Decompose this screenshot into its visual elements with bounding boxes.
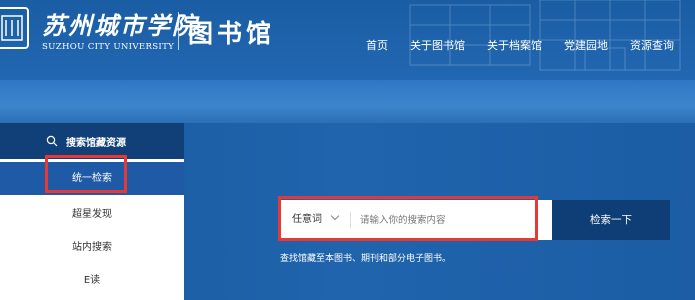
sidebar-item-label: E读 <box>83 275 101 286</box>
logo-divider <box>178 12 179 50</box>
search-icon <box>46 135 58 147</box>
sidebar-item-site-search[interactable]: 站内搜索 <box>0 231 184 264</box>
search-sidebar: 搜索馆藏资源 统一检索 超星发现 站内搜索 E读 <box>0 123 184 300</box>
search-hint-text: 查找馆藏至本图书、期刊和部分电子图书。 <box>280 254 452 264</box>
nav-resource-search[interactable]: 资源查询 <box>630 38 674 54</box>
sidebar-list: 统一检索 超星发现 站内搜索 E读 <box>0 159 184 300</box>
university-name-en: SUZHOU CITY UNIVERSITY <box>42 42 175 52</box>
scope-divider <box>350 212 351 228</box>
nav-about-library[interactable]: 关于图书馆 <box>410 38 465 54</box>
sidebar-item-unified-search[interactable]: 统一检索 <box>0 162 184 195</box>
banner-strip <box>0 80 695 123</box>
library-title: 图书馆 <box>188 19 276 48</box>
sidebar-item-chaoxing-discovery[interactable]: 超星发现 <box>0 198 184 231</box>
nav-home[interactable]: 首页 <box>366 38 388 54</box>
main-nav: 首页 关于图书馆 关于档案馆 党建园地 资源查询 服务 <box>366 38 695 54</box>
university-name-cn: 苏州城市学院 <box>42 11 198 40</box>
nav-about-archives[interactable]: 关于档案馆 <box>487 38 542 54</box>
search-bar: 任意词 检索一下 <box>280 200 670 240</box>
search-input[interactable] <box>360 200 548 240</box>
search-scope-select[interactable]: 任意词 <box>292 200 340 240</box>
chevron-down-icon <box>330 211 340 221</box>
site-header: 苏州城市学院 SUZHOU CITY UNIVERSITY 图书馆 首页 关于图… <box>0 0 695 80</box>
sidebar-item-label: 超星发现 <box>72 209 112 220</box>
sidebar-item-label: 站内搜索 <box>72 242 112 253</box>
university-emblem-icon <box>0 7 29 49</box>
nav-party-building[interactable]: 党建园地 <box>564 38 608 54</box>
sidebar-header: 搜索馆藏资源 <box>0 123 184 159</box>
search-box: 任意词 <box>280 200 552 240</box>
sidebar-item-label: 统一检索 <box>72 173 112 184</box>
sidebar-title: 搜索馆藏资源 <box>66 138 126 149</box>
search-button[interactable]: 检索一下 <box>552 200 670 240</box>
sidebar-item-e-read[interactable]: E读 <box>0 264 184 297</box>
search-scope-value: 任意词 <box>292 214 322 225</box>
